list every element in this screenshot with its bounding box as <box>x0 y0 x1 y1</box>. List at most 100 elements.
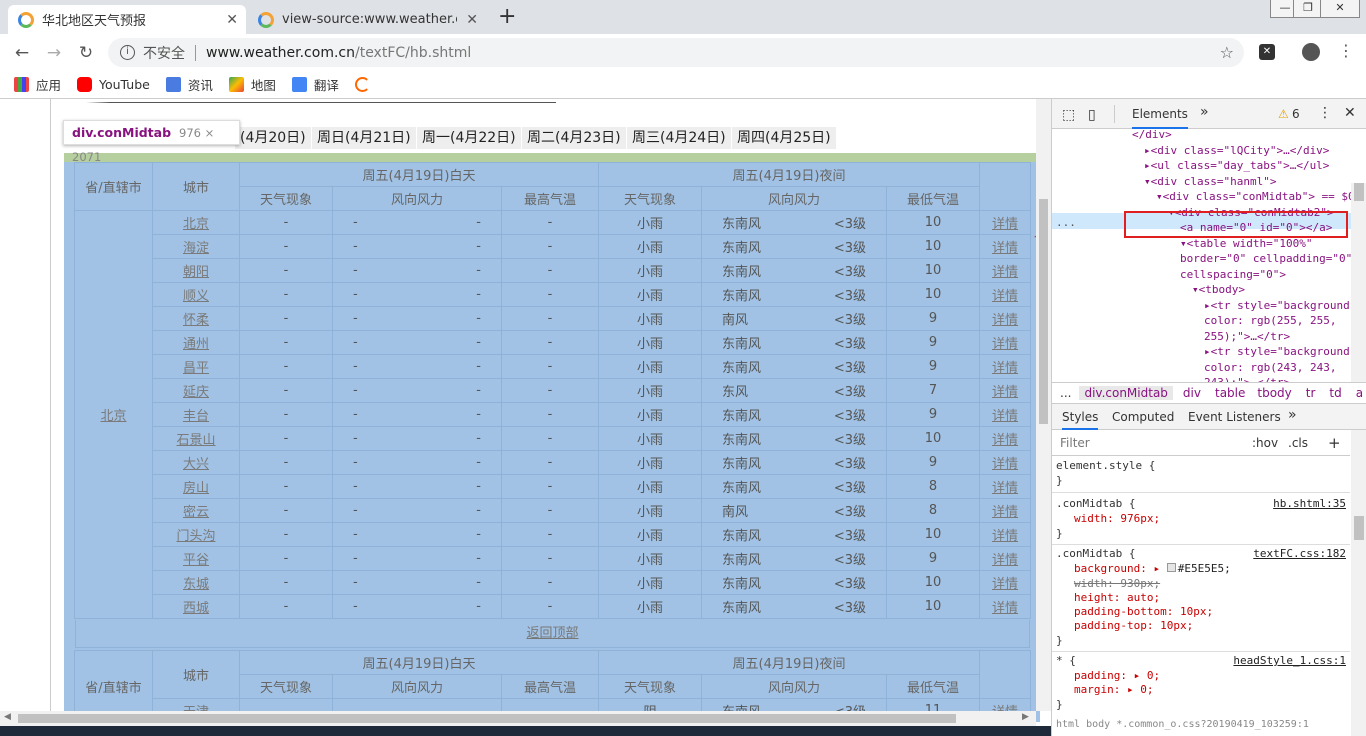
city-cell[interactable]: 北京 <box>152 210 240 235</box>
bookmark-apps[interactable]: 应用 <box>14 75 61 94</box>
city-link[interactable]: 北京 <box>183 217 209 232</box>
city-cell[interactable]: 平谷 <box>152 546 240 571</box>
detail-link[interactable]: 详情 <box>992 457 1018 472</box>
city-cell[interactable]: 丰台 <box>152 402 240 427</box>
dom-node-line[interactable]: color: rgb(255, 255, <box>1204 313 1336 329</box>
warning-icon[interactable]: ⚠ <box>1278 107 1289 121</box>
rule-selector[interactable]: * { <box>1056 654 1076 669</box>
detail-link[interactable]: 详情 <box>992 313 1018 328</box>
city-link[interactable]: 平谷 <box>183 553 209 568</box>
dom-node-line[interactable]: ▾<div class="conMidtab"> == $0 <box>1156 189 1355 205</box>
city-cell[interactable]: 门头沟 <box>152 522 240 547</box>
city-cell[interactable]: 顺义 <box>152 282 240 307</box>
city-cell[interactable]: 昌平 <box>152 354 240 379</box>
bookmark-loading[interactable] <box>354 77 377 92</box>
city-cell[interactable]: 东城 <box>152 570 240 595</box>
day-tab[interactable]: (4月20日) <box>235 127 311 149</box>
info-icon[interactable]: i <box>120 45 135 60</box>
detail-link[interactable]: 详情 <box>992 601 1018 616</box>
declaration[interactable]: width: 976px; <box>1074 512 1160 527</box>
crumb[interactable]: tr <box>1306 386 1316 400</box>
city-cell[interactable]: 海淀 <box>152 234 240 259</box>
dom-node-line[interactable]: cellspacing="0"> <box>1180 267 1286 283</box>
city-link[interactable]: 大兴 <box>183 457 209 472</box>
detail-cell[interactable]: 详情 <box>979 378 1032 403</box>
new-rule-icon[interactable]: + <box>1328 430 1341 456</box>
city-link[interactable]: 东城 <box>183 577 209 592</box>
detail-link[interactable]: 详情 <box>992 289 1018 304</box>
dom-node-line[interactable]: ▸<tr style="background- <box>1204 298 1356 314</box>
detail-link[interactable]: 详情 <box>992 433 1018 448</box>
bookmark-maps[interactable]: 地图 <box>228 75 276 94</box>
menu-icon[interactable]: ⋮ <box>1338 41 1354 60</box>
tab-weather[interactable]: 华北地区天气预报 ✕ <box>8 5 246 34</box>
crumb[interactable]: td <box>1329 386 1341 400</box>
cls-toggle[interactable]: .cls <box>1288 430 1308 456</box>
rule-source-link[interactable]: hb.shtml:35 <box>1273 497 1346 512</box>
dom-scrollbar[interactable] <box>1351 183 1366 382</box>
day-tab[interactable]: 周二(4月23日) <box>522 127 626 149</box>
city-link[interactable]: 西城 <box>183 601 209 616</box>
crumb[interactable]: a <box>1356 386 1363 400</box>
close-icon[interactable]: ✕ <box>226 12 238 28</box>
address-bar[interactable]: i 不安全 www.weather.com.cn /textFC/hb.shtm… <box>108 38 1244 67</box>
more-tabs-icon[interactable]: » <box>1288 407 1297 423</box>
city-link[interactable]: 通州 <box>183 337 209 352</box>
device-icon[interactable]: ▯ <box>1088 107 1096 123</box>
city-link[interactable]: 石景山 <box>176 433 215 448</box>
rule-selector[interactable]: .conMidtab { <box>1056 547 1135 562</box>
back-to-top-link[interactable]: 返回顶部 <box>526 626 578 641</box>
city-link[interactable]: 顺义 <box>183 289 209 304</box>
declaration[interactable]: padding-bottom: 10px; <box>1074 605 1213 620</box>
detail-link[interactable]: 详情 <box>992 337 1018 352</box>
rule-selector[interactable]: element.style { <box>1056 459 1155 474</box>
extension-icon[interactable]: ✕ <box>1259 44 1275 60</box>
dom-node-line[interactable]: </div> <box>1132 129 1172 143</box>
detail-link[interactable]: 详情 <box>992 265 1018 280</box>
hov-toggle[interactable]: :hov <box>1252 430 1278 456</box>
detail-link[interactable]: 详情 <box>992 505 1018 520</box>
profile-avatar[interactable] <box>1302 43 1320 61</box>
page-horizontal-scrollbar[interactable]: ◀ ▶ <box>0 711 1036 726</box>
city-cell[interactable]: 朝阳 <box>152 258 240 283</box>
tab-computed[interactable]: Computed <box>1112 410 1174 424</box>
crumb[interactable]: tbody <box>1257 386 1291 400</box>
reload-icon[interactable]: ↻ <box>74 41 98 65</box>
city-cell[interactable]: 密云 <box>152 498 240 523</box>
detail-cell[interactable]: 详情 <box>979 570 1032 595</box>
detail-link[interactable]: 详情 <box>992 385 1018 400</box>
detail-link[interactable]: 详情 <box>992 217 1018 232</box>
detail-cell[interactable]: 详情 <box>979 210 1032 235</box>
city-cell[interactable]: 怀柔 <box>152 306 240 331</box>
declaration[interactable]: padding: ▸ 0; <box>1074 669 1160 684</box>
day-tab[interactable]: 周三(4月24日) <box>627 127 731 149</box>
close-icon[interactable]: ✕ <box>466 12 478 28</box>
tab-elements[interactable]: Elements <box>1132 99 1188 129</box>
dom-node-line[interactable]: ▸<tr style="background- <box>1204 344 1356 360</box>
detail-link[interactable]: 详情 <box>992 481 1018 496</box>
city-link[interactable]: 门头沟 <box>176 529 215 544</box>
city-link[interactable]: 海淀 <box>183 241 209 256</box>
day-tab[interactable]: 周四(4月25日) <box>732 127 836 149</box>
styles-scrollbar[interactable] <box>1351 430 1366 736</box>
page-vertical-scrollbar[interactable] <box>1036 99 1051 711</box>
detail-link[interactable]: 详情 <box>992 241 1018 256</box>
rule-source-link[interactable]: headStyle_1.css:1 <box>1233 654 1346 669</box>
scroll-thumb[interactable] <box>1039 199 1048 424</box>
dom-node-line[interactable]: ▸<ul class="day_tabs">…</ul> <box>1144 158 1329 174</box>
bookmark-translate[interactable]: 翻译 <box>291 75 339 94</box>
city-cell[interactable]: 通州 <box>152 330 240 355</box>
rule-selector[interactable]: .conMidtab { <box>1056 497 1135 512</box>
city-link[interactable]: 怀柔 <box>183 313 209 328</box>
star-icon[interactable]: ☆ <box>1220 43 1234 62</box>
detail-link[interactable]: 详情 <box>992 361 1018 376</box>
dom-node-line[interactable]: color: rgb(243, 243, <box>1204 360 1336 376</box>
detail-cell[interactable]: 详情 <box>979 258 1032 283</box>
city-cell[interactable]: 石景山 <box>152 426 240 451</box>
tab-view-source[interactable]: view-source:www.weather.com ✕ <box>248 5 486 34</box>
detail-cell[interactable]: 详情 <box>979 354 1032 379</box>
window-close-icon[interactable]: ✕ <box>1320 0 1360 18</box>
detail-cell[interactable]: 详情 <box>979 282 1032 307</box>
bookmark-news[interactable]: 资讯 <box>165 75 213 94</box>
declaration-overridden[interactable]: width: 930px; <box>1074 577 1160 592</box>
